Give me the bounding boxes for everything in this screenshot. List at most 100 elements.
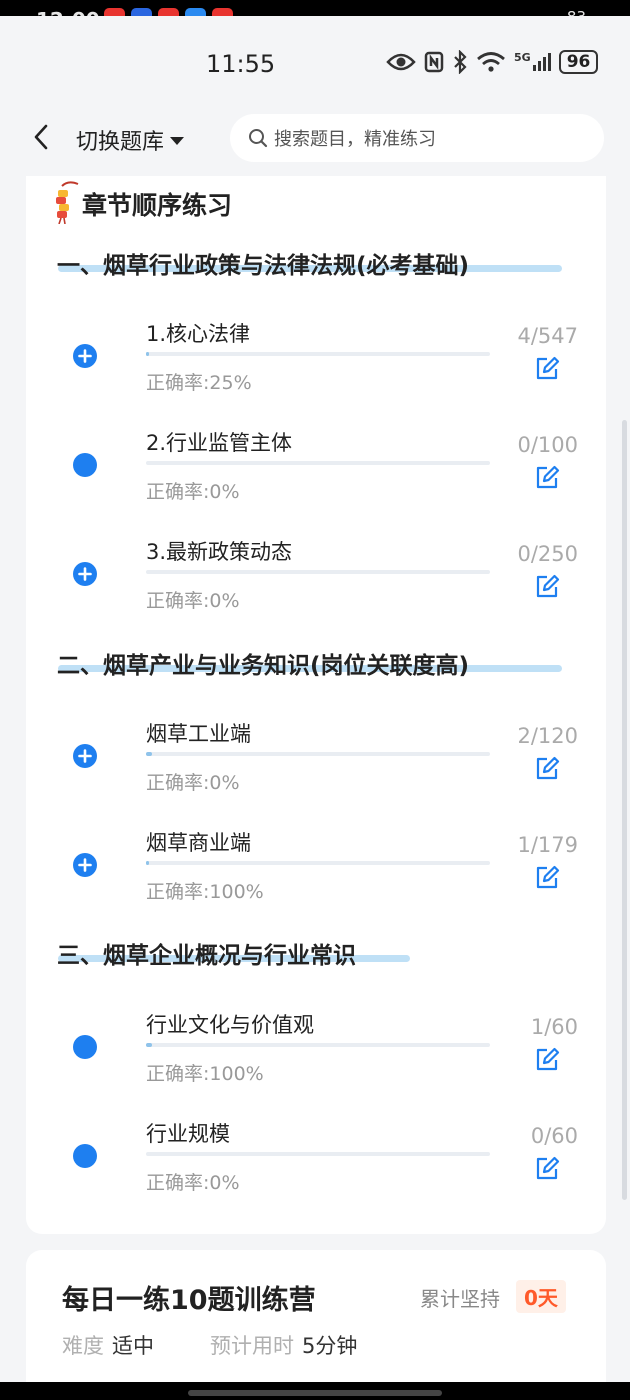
chapter-name: 行业文化与价值观 (146, 1013, 314, 1037)
accuracy-label: 正确率: (146, 881, 210, 903)
chapter-name: 烟草工业端 (146, 722, 251, 746)
progress-track (146, 752, 490, 756)
back-chevron-left-icon[interactable] (28, 122, 58, 152)
nav-bar: 切换题库 (0, 100, 630, 176)
progress-count: 2/120 (517, 724, 578, 748)
difficulty-value: 适中 (112, 1334, 154, 1358)
accuracy-value: 0% (209, 590, 240, 612)
chapter-name: 1.核心法律 (146, 322, 251, 346)
progress-track (146, 1043, 490, 1047)
search-input[interactable] (272, 122, 586, 156)
progress-track (146, 352, 490, 356)
nfc-icon (424, 51, 444, 73)
bullet-dot-icon (73, 453, 97, 477)
top-edge-bar: 12:00 83 (0, 0, 630, 32)
time-label: 预计用时 (210, 1334, 294, 1358)
progress-fill (146, 752, 152, 756)
progress-count: 0/60 (530, 1124, 578, 1148)
home-indicator[interactable] (188, 1390, 442, 1396)
accuracy-label: 正确率: (146, 772, 210, 794)
chapter-item[interactable]: 1.核心法律 正确率:25% 4/547 (26, 306, 606, 415)
search-box[interactable] (230, 114, 604, 162)
accuracy-value: 0% (209, 1172, 240, 1194)
status-bar: 11:55 5G 96 (0, 16, 630, 100)
accuracy-value: 100% (209, 1063, 264, 1085)
edit-icon[interactable] (534, 756, 560, 782)
edit-icon[interactable] (534, 465, 560, 491)
chapter-name: 烟草商业端 (146, 831, 251, 855)
section-title-3: 三、烟草企业概况与行业常识 (57, 943, 356, 969)
accuracy-value: 25% (209, 372, 252, 394)
accuracy-text: 正确率:100% (146, 877, 264, 904)
accuracy-value: 0% (209, 481, 240, 503)
progress-track (146, 570, 490, 574)
accuracy-value: 100% (209, 881, 264, 903)
chapter-name: 2.行业监管主体 (146, 431, 293, 455)
accuracy-label: 正确率: (146, 1172, 210, 1194)
progress-track (146, 1152, 490, 1156)
progress-fill (146, 352, 149, 356)
progress-count: 4/547 (517, 324, 578, 348)
progress-count: 1/60 (530, 1015, 578, 1039)
difficulty-info: 难度 适中 (62, 1330, 154, 1360)
search-icon (249, 129, 268, 148)
bullet-dot-icon (73, 1035, 97, 1059)
firecracker-icon (56, 181, 79, 224)
accuracy-label: 正确率: (146, 590, 210, 612)
persist-label: 累计坚持 (420, 1287, 500, 1311)
chapter-item[interactable]: 行业规模 正确率:0% 0/60 (26, 1106, 606, 1215)
edit-icon[interactable] (534, 356, 560, 382)
expand-plus-circle-icon[interactable] (73, 562, 97, 586)
wifi-icon (477, 52, 505, 72)
accuracy-label: 正确率: (146, 1063, 210, 1085)
scrollbar[interactable] (622, 420, 627, 1200)
time-info: 预计用时 5分钟 (210, 1330, 357, 1360)
network-type: 5G (514, 51, 531, 64)
progress-count: 0/250 (517, 542, 578, 566)
accuracy-text: 正确率:0% (146, 477, 240, 504)
progress-count: 0/100 (517, 433, 578, 457)
switch-question-bank-label: 切换题库 (76, 130, 165, 155)
progress-track (146, 861, 490, 865)
chapter-item[interactable]: 烟草工业端 正确率:0% 2/120 (26, 706, 606, 815)
persist-days-badge: 0天 (516, 1280, 566, 1313)
chapter-name: 行业规模 (146, 1122, 230, 1146)
difficulty-label: 难度 (62, 1334, 104, 1358)
expand-plus-circle-icon[interactable] (73, 744, 97, 768)
cellular-signal-icon: 5G (514, 51, 551, 71)
time-value: 5分钟 (302, 1334, 358, 1358)
chapter-item[interactable]: 烟草商业端 正确率:100% 1/179 (26, 815, 606, 924)
chapter-item[interactable]: 3.最新政策动态 正确率:0% 0/250 (26, 524, 606, 633)
status-time: 11:55 (206, 50, 276, 78)
accuracy-value: 0% (209, 772, 240, 794)
switch-question-bank-button[interactable]: 切换题库 (76, 124, 185, 156)
system-icons: 5G 96 (386, 50, 599, 74)
edit-icon[interactable] (534, 1156, 560, 1182)
progress-fill (146, 861, 149, 865)
progress-count: 1/179 (517, 833, 578, 857)
bluetooth-icon (454, 50, 467, 74)
daily-camp-title: 每日一练10题训练营 (62, 1285, 316, 1316)
bullet-dot-icon (73, 1144, 97, 1168)
expand-plus-circle-icon[interactable] (73, 344, 97, 368)
section-title-1: 一、烟草行业政策与法律法规(必考基础) (57, 253, 470, 279)
chapter-item[interactable]: 行业文化与价值观 正确率:100% 1/60 (26, 997, 606, 1106)
edit-icon[interactable] (534, 865, 560, 891)
chapter-item[interactable]: 2.行业监管主体 正确率:0% 0/100 (26, 415, 606, 524)
accuracy-text: 正确率:100% (146, 1059, 264, 1086)
battery-indicator: 96 (558, 50, 599, 74)
card-title: 章节顺序练习 (82, 191, 233, 220)
accuracy-text: 正确率:0% (146, 768, 240, 795)
edit-icon[interactable] (534, 574, 560, 600)
accuracy-text: 正确率:0% (146, 1168, 240, 1195)
edit-icon[interactable] (534, 1047, 560, 1073)
chapter-name: 3.最新政策动态 (146, 540, 293, 564)
daily-practice-card[interactable] (26, 1250, 606, 1400)
caret-down-icon (170, 137, 185, 145)
progress-fill (146, 1043, 152, 1047)
progress-track (146, 461, 490, 465)
accuracy-text: 正确率:0% (146, 586, 240, 613)
expand-plus-circle-icon[interactable] (73, 853, 97, 877)
accuracy-label: 正确率: (146, 372, 210, 394)
accuracy-text: 正确率:25% (146, 368, 252, 395)
